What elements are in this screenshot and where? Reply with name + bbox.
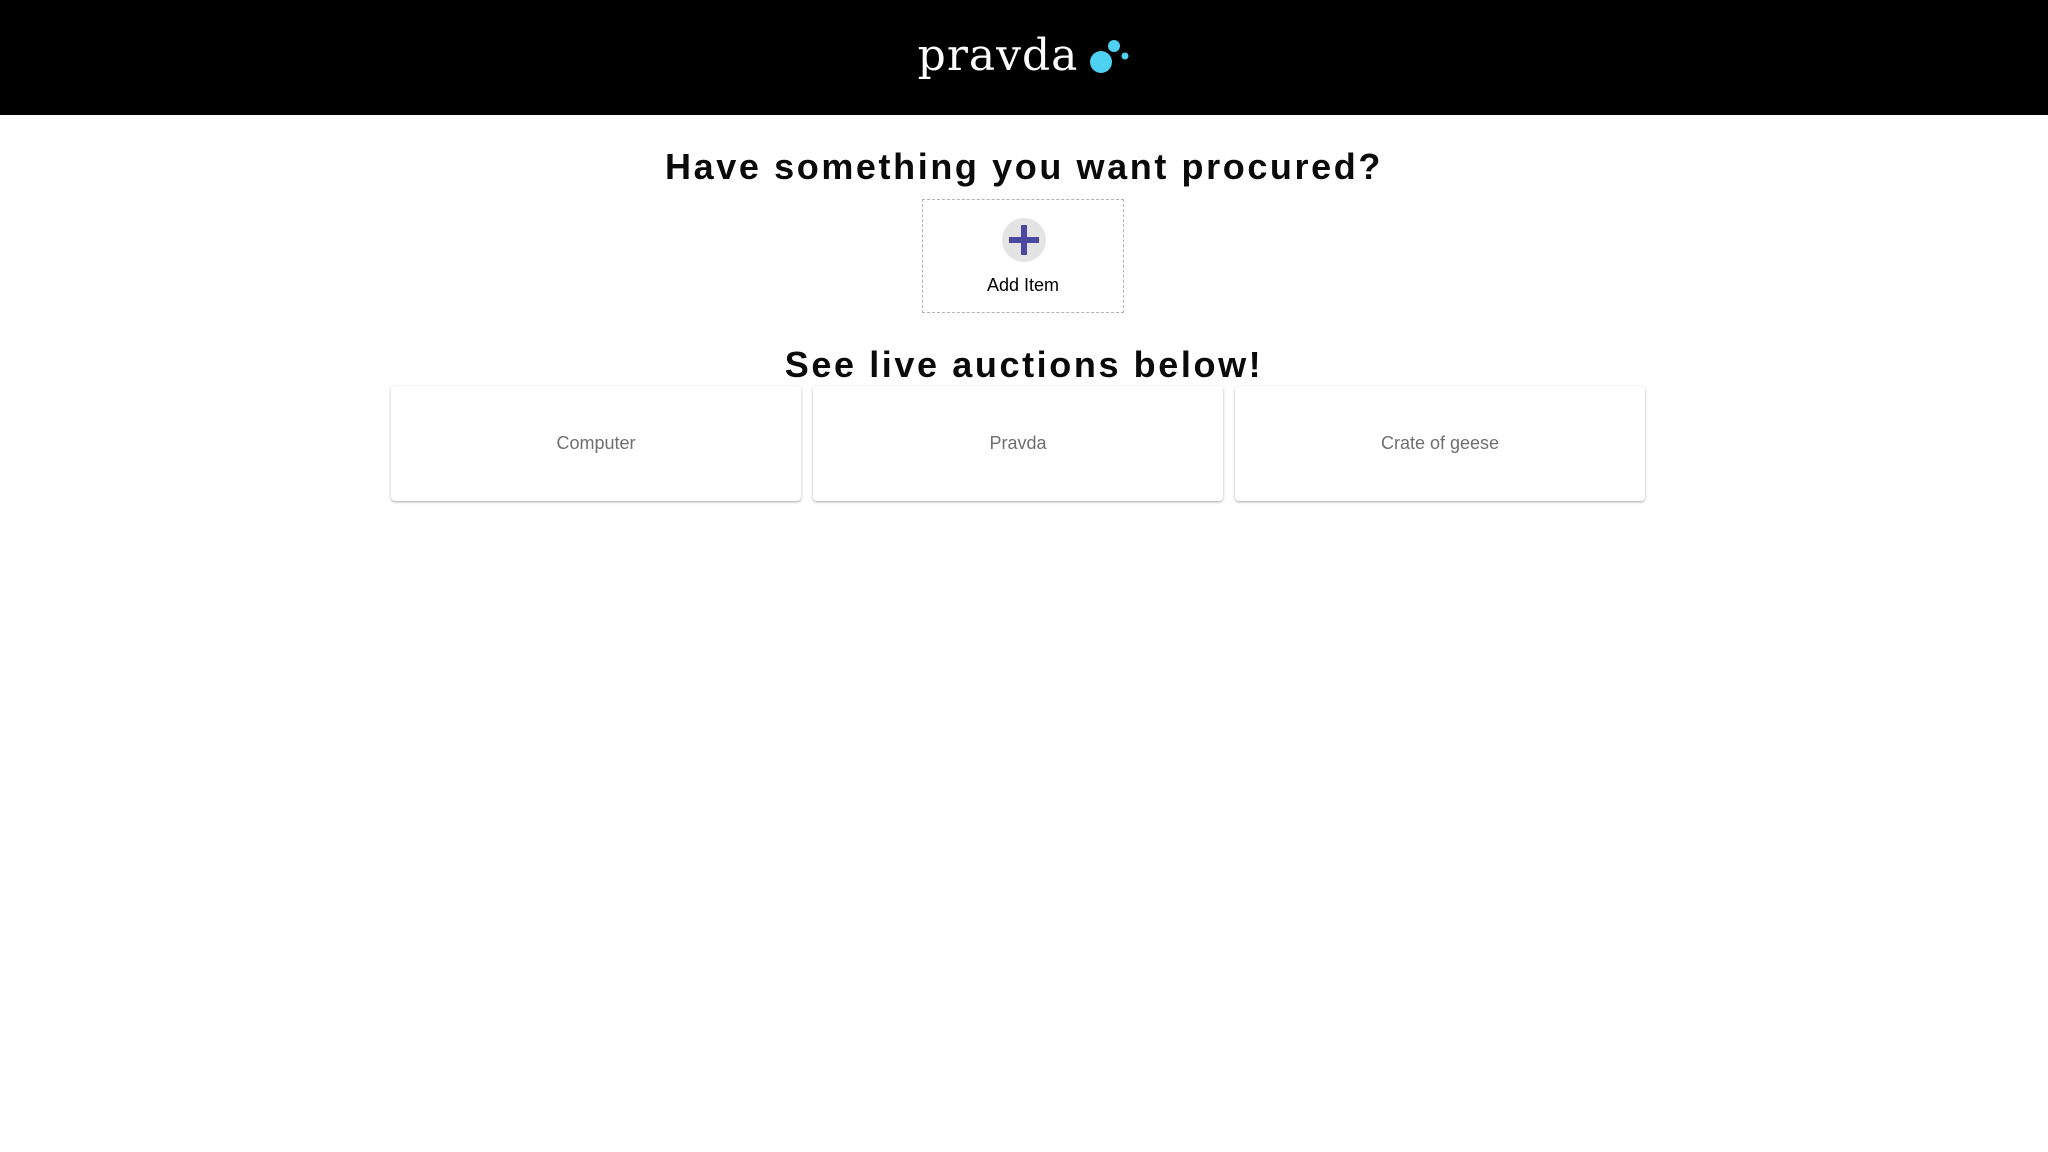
bubbles-icon (1090, 39, 1129, 73)
auction-list: Computer Pravda Crate of geese (391, 386, 1645, 501)
auction-card-pravda[interactable]: Pravda (813, 386, 1223, 501)
auction-card-crate-of-geese[interactable]: Crate of geese (1235, 386, 1645, 501)
auction-card-computer[interactable]: Computer (391, 386, 801, 501)
plus-icon (1009, 225, 1039, 255)
logo[interactable]: pravda (917, 29, 1131, 81)
add-item-button[interactable]: Add Item (922, 199, 1124, 313)
procure-heading: Have something you want procured? (665, 146, 1383, 187)
auction-card-label: Crate of geese (1380, 433, 1500, 453)
auction-card-label: Pravda (989, 433, 1047, 453)
top-bar: pravda (0, 0, 2048, 115)
auctions-heading: See live auctions below! (784, 344, 1264, 385)
logo-text: pravda (917, 29, 1079, 81)
add-item-label: Add Item (986, 275, 1060, 295)
add-item-icon-bg (1002, 218, 1046, 262)
auction-card-label: Computer (556, 433, 636, 453)
